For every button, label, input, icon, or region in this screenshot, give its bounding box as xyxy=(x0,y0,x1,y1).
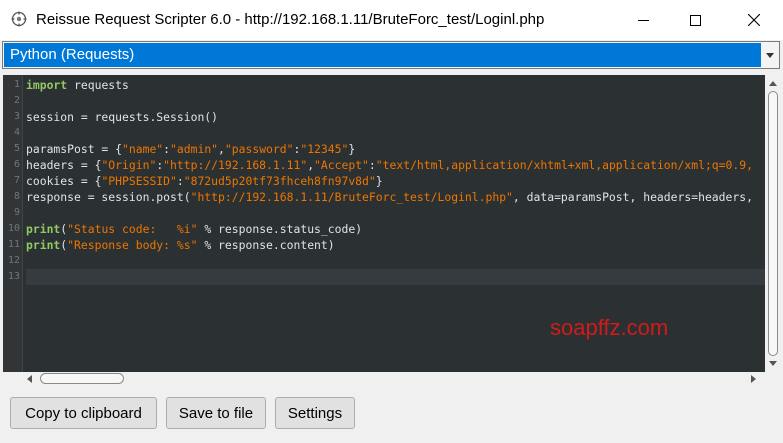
code-keyword: print xyxy=(26,238,61,252)
code-text: , data=paramsPost, headers=headers, xyxy=(512,190,753,204)
code-string: "password" xyxy=(224,142,294,156)
code-string: "text/html,application/xhtml+xml,applica… xyxy=(375,158,753,172)
code-keyword: print xyxy=(26,222,61,236)
code-string: "name" xyxy=(122,142,164,156)
scrollbar-corner xyxy=(765,372,781,386)
code-string: "admin" xyxy=(170,142,219,156)
code-keyword: import xyxy=(26,78,68,92)
scroll-right-button[interactable] xyxy=(748,374,758,384)
window-title: Reissue Request Scripter 6.0 - http://19… xyxy=(36,11,545,28)
minimize-icon xyxy=(637,19,649,21)
code-line[interactable]: headers = {"Origin": "http://192.168.1.11… xyxy=(26,157,753,173)
close-icon xyxy=(748,14,760,26)
horizontal-scrollbar[interactable] xyxy=(20,372,765,386)
settings-button[interactable]: Settings xyxy=(275,397,355,429)
code-line[interactable]: print("Status code: %i" % response.statu… xyxy=(26,221,362,237)
line-number: 11 xyxy=(7,239,20,250)
code-text: cookies = { xyxy=(26,174,102,188)
scroll-up-button[interactable] xyxy=(768,78,778,88)
arrow-right-icon xyxy=(750,375,756,383)
line-number: 12 xyxy=(7,255,20,266)
watermark: soapffz.com xyxy=(550,315,669,340)
horizontal-scroll-thumb[interactable] xyxy=(40,373,124,384)
code-line[interactable]: session = requests.Session() xyxy=(26,109,218,125)
code-text: } xyxy=(348,142,356,156)
code-string: "Origin" xyxy=(101,158,157,172)
line-number: 3 xyxy=(13,111,20,122)
code-text: : xyxy=(368,158,376,172)
language-select-value: Python (Requests) xyxy=(4,43,761,67)
arrow-left-icon xyxy=(26,375,32,383)
code-text: requests xyxy=(67,78,129,92)
arrow-up-icon xyxy=(769,80,777,86)
code-string: "Status code: %i" xyxy=(67,222,198,236)
code-text: paramsPost = { xyxy=(26,142,123,156)
line-number: 7 xyxy=(13,175,20,186)
code-text: headers = { xyxy=(26,158,102,172)
code-line[interactable]: import requests xyxy=(26,77,129,93)
title-bar: Reissue Request Scripter 6.0 - http://19… xyxy=(0,0,783,40)
maximize-button[interactable] xyxy=(669,0,721,40)
code-text: session = requests.Session() xyxy=(26,110,219,124)
code-text: , xyxy=(218,142,225,156)
code-string: "Accept" xyxy=(314,158,369,172)
maximize-icon xyxy=(689,14,701,26)
code-line[interactable]: print("Response body: %s" % response.con… xyxy=(26,237,335,253)
close-button[interactable] xyxy=(728,0,780,40)
line-number: 13 xyxy=(7,271,20,282)
code-text: : xyxy=(163,142,171,156)
language-select[interactable]: Python (Requests) xyxy=(2,41,780,69)
line-number: 5 xyxy=(13,143,20,154)
line-number: 4 xyxy=(13,127,20,138)
code-text: response = session.post( xyxy=(26,190,191,204)
code-string: "12345" xyxy=(300,142,349,156)
vertical-scrollbar[interactable] xyxy=(765,75,781,372)
scroll-left-button[interactable] xyxy=(24,374,34,384)
code-line[interactable]: cookies = {"PHPSESSID":"872ud5p20tf73fhc… xyxy=(26,173,383,189)
line-number: 8 xyxy=(13,191,20,202)
line-number: 9 xyxy=(13,207,20,218)
minimize-button[interactable] xyxy=(617,0,669,40)
chevron-down-icon xyxy=(766,52,774,58)
code-line[interactable] xyxy=(26,269,765,285)
line-number: 6 xyxy=(13,159,20,170)
code-text: : xyxy=(176,174,184,188)
save-to-file-button[interactable]: Save to file xyxy=(166,397,266,429)
code-string: "http://192.168.1.11/BruteForc_test/Logi… xyxy=(190,190,513,204)
dropdown-arrow[interactable] xyxy=(762,43,778,67)
line-number: 10 xyxy=(7,223,20,234)
app-icon xyxy=(11,11,27,27)
copy-to-clipboard-button[interactable]: Copy to clipboard xyxy=(10,397,157,429)
arrow-down-icon xyxy=(769,360,777,366)
code-string: "PHPSESSID" xyxy=(101,174,177,188)
scroll-down-button[interactable] xyxy=(768,358,778,368)
code-string: "http://192.168.1.11" xyxy=(163,158,308,172)
code-string: "872ud5p20tf73fhceh8fn97v8d" xyxy=(183,174,376,188)
code-line[interactable]: response = session.post("http://192.168.… xyxy=(26,189,753,205)
code-string: "Response body: %s" xyxy=(67,238,198,252)
code-text: % response.status_code) xyxy=(197,222,363,236)
line-number: 1 xyxy=(13,79,20,90)
line-number: 2 xyxy=(13,95,20,106)
code-text: } xyxy=(375,174,383,188)
code-text: % response.content) xyxy=(197,238,335,252)
code-editor[interactable]: 1 2 3 4 5 6 7 8 9 10 11 12 13 import requests session… xyxy=(3,75,765,372)
vertical-scroll-thumb[interactable] xyxy=(768,91,778,356)
code-line[interactable]: paramsPost = {"name":"admin","password":… xyxy=(26,141,355,157)
line-number-gutter: 1 2 3 4 5 6 7 8 9 10 11 12 13 xyxy=(3,75,23,372)
